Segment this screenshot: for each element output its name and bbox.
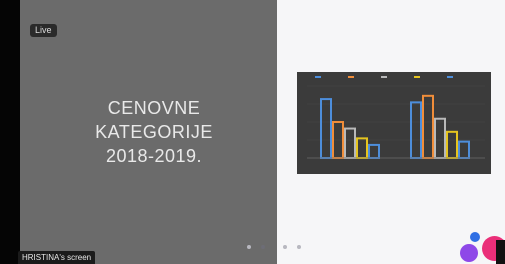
live-badge: Live [30, 24, 57, 37]
slide-pager[interactable] [245, 243, 307, 251]
slide-title-line-2: KATEGORIJE [95, 122, 213, 142]
chart-bar [458, 140, 470, 159]
slide-title-line-1: CENOVNE [107, 98, 201, 118]
avatar[interactable] [460, 244, 478, 262]
bar-chart [307, 76, 485, 160]
chart-bar [356, 137, 368, 160]
avatar[interactable] [470, 232, 480, 242]
avatar-overflow [496, 240, 505, 264]
pager-dot-2[interactable] [261, 245, 265, 249]
pager-dot-4[interactable] [297, 245, 301, 249]
chart-bar [446, 130, 458, 159]
pager-dot-3[interactable] [283, 245, 287, 249]
chart-bar [410, 101, 422, 159]
chart-bar [368, 143, 380, 159]
chart-bar [320, 98, 332, 159]
chart-bar [422, 94, 434, 160]
chart-card [297, 72, 491, 174]
chart-legend-swatch [315, 76, 321, 78]
chart-legend-swatch [414, 76, 420, 78]
slide-title-line-3: 2018-2019. [105, 146, 203, 166]
participant-avatars[interactable] [458, 228, 505, 264]
chart-bar [344, 127, 356, 160]
window-left-edge [0, 0, 20, 264]
slide-title: CENOVNE KATEGORIJE 2018-2019. [74, 96, 234, 168]
chart-bar [434, 117, 446, 159]
screen-share-label: HRISTINA's screen [18, 251, 96, 264]
chart-legend-swatch [447, 76, 453, 78]
chart-legend-swatch [348, 76, 354, 78]
pager-dot-1[interactable] [247, 245, 251, 249]
chart-legend-swatch [381, 76, 387, 78]
